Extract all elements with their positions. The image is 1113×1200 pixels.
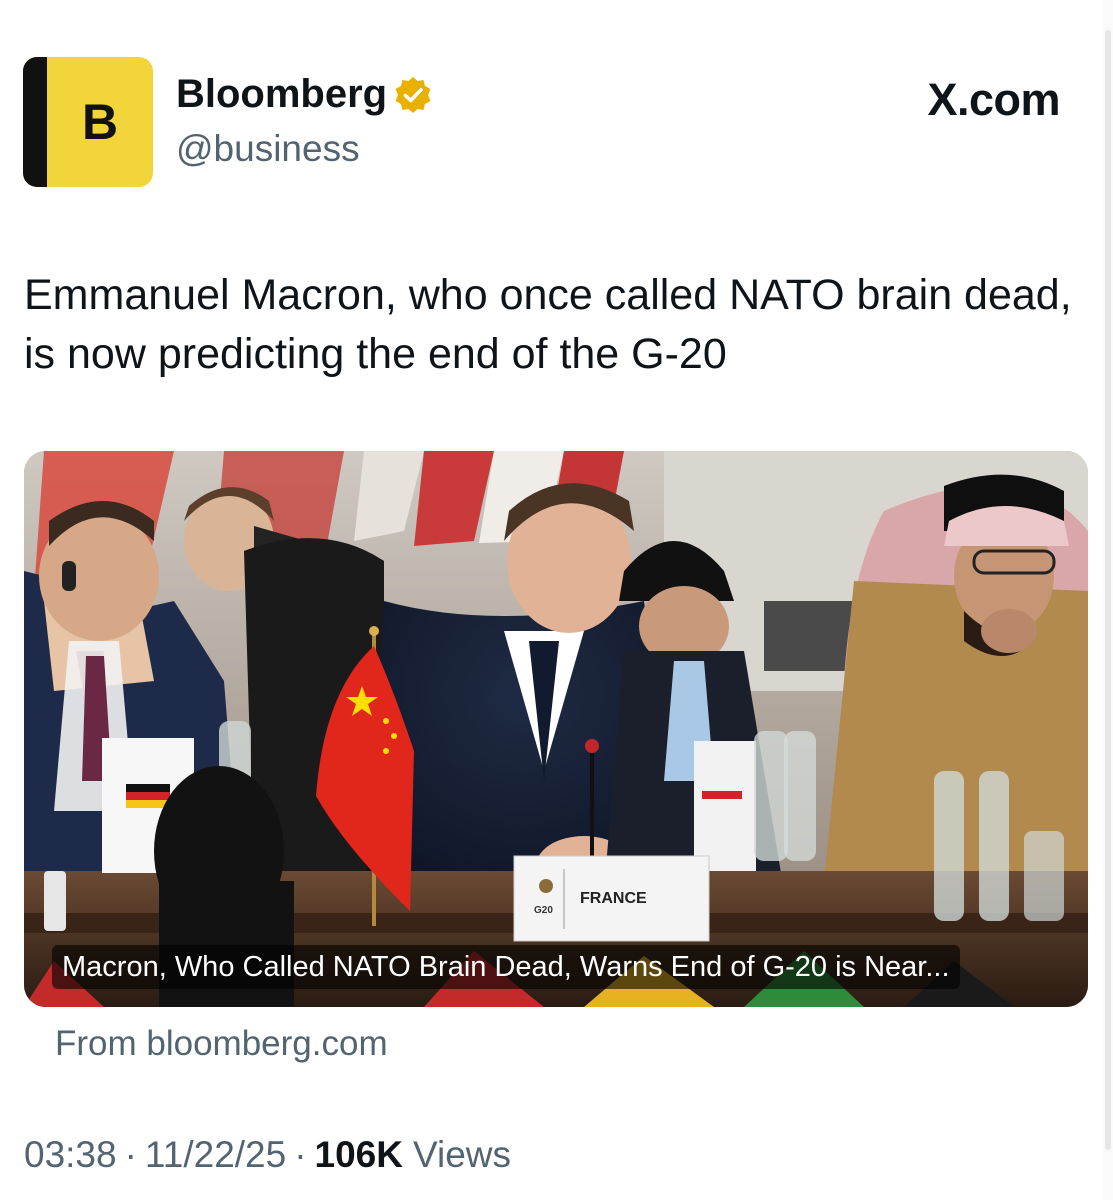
account-handle[interactable]: @business (176, 128, 360, 170)
source-label: X.com (927, 74, 1060, 125)
link-card[interactable]: G20 FRANCE Macron, Who Called NATO Brain… (24, 451, 1088, 1007)
avatar-letter: B (81, 94, 119, 150)
card-caption: Macron, Who Called NATO Brain Dead, Warn… (52, 945, 960, 989)
card-source-link[interactable]: From bloomberg.com (55, 1024, 388, 1064)
views-label: Views (412, 1134, 512, 1175)
views-count: 106K (314, 1134, 403, 1175)
tweet-text: Emmanuel Macron, who once called NATO br… (24, 271, 1072, 378)
scrollbar-thumb[interactable] (1105, 30, 1111, 1150)
account-avatar[interactable]: B (23, 57, 153, 187)
tweet-meta: 03:38 · 11/22/25 · 106K Views (24, 1134, 511, 1176)
tweet-date[interactable]: 11/22/25 (145, 1134, 286, 1176)
avatar-black-strip (23, 57, 47, 187)
scrollbar-track[interactable] (1103, 0, 1113, 1200)
tweet-time[interactable]: 03:38 (24, 1134, 117, 1176)
gold-verified-icon[interactable] (393, 75, 433, 115)
display-name[interactable]: Bloomberg (176, 72, 387, 117)
news-photo: G20 FRANCE (24, 451, 1088, 1007)
placard-text: FRANCE (580, 890, 647, 907)
placard-logo: G20 (534, 905, 553, 916)
meta-separator: · (124, 1134, 137, 1175)
meta-separator: · (294, 1134, 307, 1175)
name-row: Bloomberg (176, 72, 433, 117)
